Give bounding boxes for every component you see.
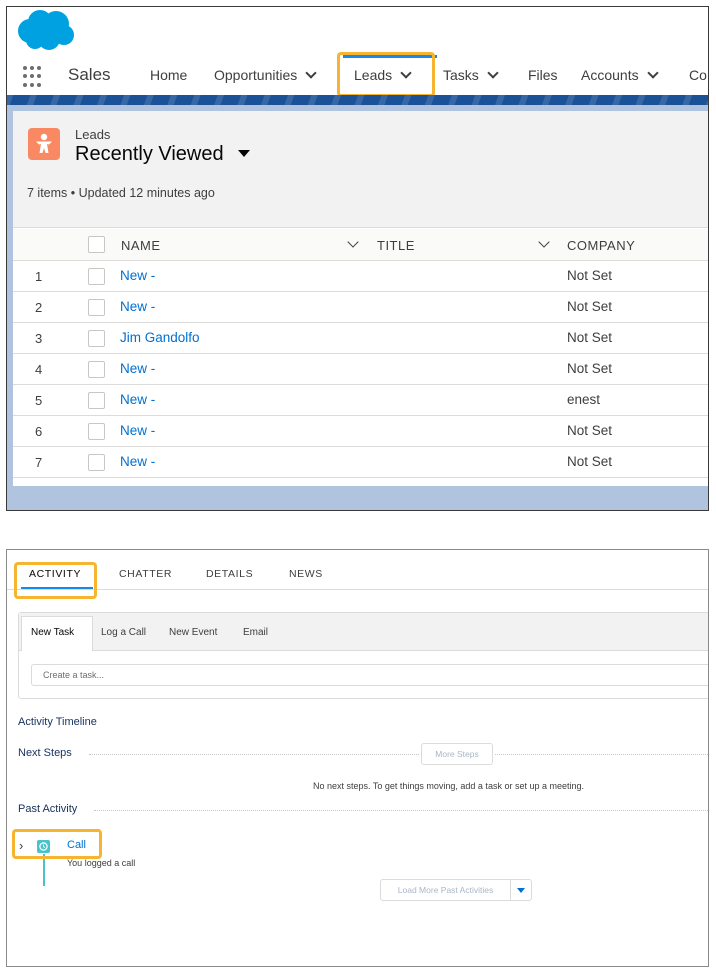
row-number: 3 [35,331,43,346]
row-number: 4 [35,362,43,377]
list-meta: 7 items • Updated 12 minutes ago [27,186,215,200]
load-more-dropdown-icon[interactable] [510,879,532,901]
company-cell: Not Set [567,299,613,314]
activity-tab-highlight [14,562,97,599]
salesforce-logo [13,7,75,53]
chevron-down-icon[interactable] [487,67,499,79]
divider [89,754,419,755]
chevron-down-icon[interactable] [646,67,659,79]
table-row: 1 New - Not Set [13,261,708,292]
row-checkbox[interactable] [88,330,105,347]
header-banner [7,95,708,105]
lead-name-link[interactable]: Jim Gandolfo [120,330,200,345]
past-activity-label: Past Activity [18,803,78,815]
lead-name-link[interactable]: New - [120,392,155,407]
tab-news[interactable]: NEWS [289,568,323,580]
column-header-name[interactable]: NAME [121,238,161,253]
chevron-down-icon[interactable] [305,67,317,79]
company-cell: Not Set [567,423,613,438]
row-number: 1 [35,269,43,284]
call-highlight [12,829,102,859]
table-row: 6 New - Not Set [13,416,708,447]
table-row: 2 New - Not Set [13,292,708,323]
column-header-company[interactable]: COMPANY [567,238,635,253]
tab-chatter[interactable]: CHATTER [119,568,172,580]
no-next-steps-message: No next steps. To get things moving, add… [313,781,584,791]
row-checkbox[interactable] [88,392,105,409]
row-checkbox[interactable] [88,454,105,471]
table-row: 4 New - Not Set [13,354,708,385]
record-tabs: ACTIVITY CHATTER DETAILS NEWS [7,550,708,590]
create-task-input[interactable]: Create a task... [31,664,708,686]
lead-name-link[interactable]: New - [120,299,155,314]
select-all-checkbox[interactable] [88,236,105,253]
more-steps-button[interactable]: More Steps [421,743,493,765]
lead-name-link[interactable]: New - [120,361,155,376]
company-cell: Not Set [567,361,613,376]
row-number: 2 [35,300,43,315]
tab-new-task[interactable]: New Task [31,627,74,638]
row-number: 5 [35,393,43,408]
nav-item-home[interactable]: Home [150,67,187,83]
table-row: 7 New - Not Set [13,447,708,478]
list-view-header: Leads Recently Viewed 7 items • Updated … [13,111,708,228]
table-row: 5 New - enest [13,385,708,416]
company-cell: enest [567,392,601,407]
row-checkbox[interactable] [88,268,105,285]
table-header: NAME TITLE COMPANY [13,229,708,261]
caret-down-icon[interactable] [237,150,250,157]
nav-item-opportunities[interactable]: Opportunities [214,67,317,83]
lead-activity-screenshot: ACTIVITY CHATTER DETAILS NEWS New Task L… [6,549,709,967]
lead-name-link[interactable]: New - [120,423,155,438]
divider [94,810,708,811]
nav-item-accounts[interactable]: Accounts [581,67,659,83]
tab-details[interactable]: DETAILS [206,568,253,580]
list-view-selector[interactable]: Recently Viewed [75,143,250,166]
leads-list-screenshot: Sales Home Opportunities Leads Tasks Fil… [6,6,709,511]
object-label: Leads [75,127,111,142]
row-checkbox[interactable] [88,299,105,316]
lead-icon [28,128,60,160]
composer-tabs: New Task Log a Call New Event Email [19,613,708,651]
next-steps-label: Next Steps [18,747,72,759]
company-cell: Not Set [567,454,613,469]
column-header-title[interactable]: TITLE [377,238,415,253]
tab-new-event[interactable]: New Event [169,627,217,638]
load-more-past-activities-button[interactable]: Load More Past Activities [380,879,511,901]
row-number: 7 [35,455,43,470]
app-name: Sales [68,65,111,84]
tab-email[interactable]: Email [243,627,268,638]
nav-item-tasks[interactable]: Tasks [443,67,499,83]
tab-log-a-call[interactable]: Log a Call [101,627,146,638]
row-checkbox[interactable] [88,423,105,440]
leads-tab-highlight [337,52,435,97]
list-view-area: Leads Recently Viewed 7 items • Updated … [7,105,708,510]
chevron-down-icon[interactable] [347,236,359,248]
divider [495,754,708,755]
nav-item-overflow[interactable]: Co [689,67,707,83]
chevron-down-icon[interactable] [538,236,550,248]
activity-timeline-title: Activity Timeline [18,716,97,728]
row-number: 6 [35,424,43,439]
table-row: 3 Jim Gandolfo Not Set [13,323,708,354]
list-view-card: Leads Recently Viewed 7 items • Updated … [13,111,708,486]
row-checkbox[interactable] [88,361,105,378]
company-cell: Not Set [567,330,613,345]
activity-composer: New Task Log a Call New Event Email Crea… [18,612,708,699]
lead-name-link[interactable]: New - [120,268,155,283]
app-launcher-icon[interactable] [23,66,45,88]
call-description: You logged a call [67,858,136,868]
lead-name-link[interactable]: New - [120,454,155,469]
nav-item-files[interactable]: Files [528,67,558,83]
company-cell: Not Set [567,268,613,283]
